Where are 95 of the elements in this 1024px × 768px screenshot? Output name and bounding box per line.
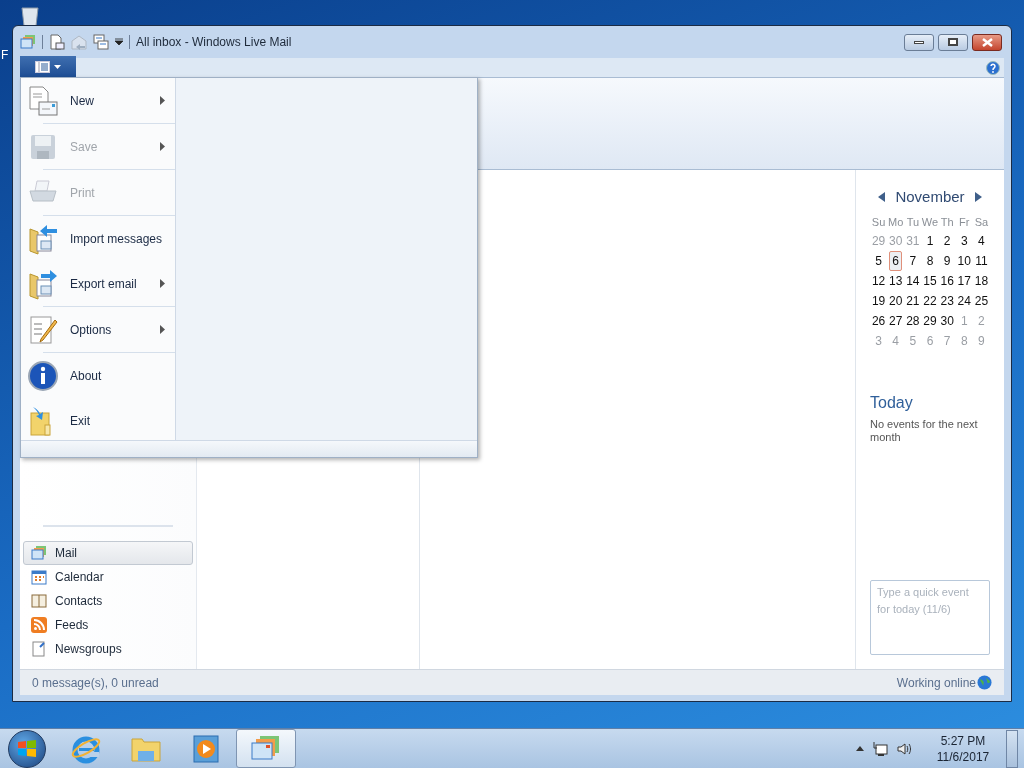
navigation-item[interactable]: Contacts xyxy=(23,589,193,613)
rss-icon xyxy=(31,617,47,633)
maximize-button[interactable] xyxy=(938,33,968,51)
folder-arrow-icon xyxy=(27,267,59,300)
calendar-day[interactable]: 1 xyxy=(923,230,937,251)
calendar-day[interactable]: 12 xyxy=(868,270,889,291)
checklist-pencil-icon xyxy=(27,313,59,346)
menu-item[interactable]: New xyxy=(27,78,175,123)
today-heading: Today xyxy=(870,392,914,413)
send-receive-icon[interactable] xyxy=(93,34,109,50)
mail-icon xyxy=(31,545,47,561)
calendar-day[interactable]: 4 xyxy=(975,230,988,251)
calendar-day[interactable]: 7 xyxy=(906,250,920,271)
play-icon xyxy=(190,732,222,765)
clock-time[interactable]: 5:27 PM xyxy=(940,732,986,749)
close-button[interactable] xyxy=(972,33,1002,51)
connection-status: Working online xyxy=(896,674,976,692)
calendar-day[interactable]: 11 xyxy=(972,250,991,271)
calendar-day[interactable]: 10 xyxy=(954,250,974,271)
calendar-day[interactable]: 25 xyxy=(971,290,992,311)
today-events-text: No events for the next month xyxy=(870,417,979,444)
calendar-day[interactable]: 5 xyxy=(872,250,885,271)
folder-arrow-icon xyxy=(27,222,59,255)
calendar-day[interactable]: 29 xyxy=(920,310,940,331)
address-book-icon xyxy=(31,593,47,609)
help-icon[interactable] xyxy=(986,60,1000,75)
calendar-day[interactable]: 20 xyxy=(886,290,906,311)
menu-item[interactable]: Exit xyxy=(27,398,175,443)
app-menu-button[interactable] xyxy=(20,56,76,77)
weekday-label: We xyxy=(921,214,939,229)
app-icon[interactable] xyxy=(20,34,36,50)
previous-month-icon[interactable] xyxy=(878,192,885,203)
info-icon xyxy=(27,359,59,392)
new-document-icon[interactable] xyxy=(49,34,65,50)
network-icon[interactable] xyxy=(872,740,888,757)
weekday-label: Tu xyxy=(905,214,921,229)
calendar-day[interactable]: 19 xyxy=(868,290,889,311)
menu-item[interactable]: Options xyxy=(27,307,175,352)
close-icon xyxy=(981,37,993,47)
submenu-arrow-icon xyxy=(160,142,165,151)
menu-icon xyxy=(35,60,50,73)
calendar-day[interactable]: 30 xyxy=(937,310,957,331)
calendar-day[interactable]: 27 xyxy=(886,310,906,331)
dropdown-caret-icon[interactable] xyxy=(115,38,123,46)
quick-event-field[interactable]: Type a quick event for today (11/6) xyxy=(870,580,990,655)
show-hidden-icons-icon[interactable] xyxy=(856,746,864,751)
taskbar-app-button[interactable] xyxy=(236,729,296,768)
calendar-day[interactable]: 2 xyxy=(940,230,954,251)
calendar-day[interactable]: 14 xyxy=(903,270,923,291)
menu-item[interactable]: About xyxy=(27,353,175,398)
navigation-item[interactable]: Mail xyxy=(23,541,193,565)
submenu-arrow-icon xyxy=(160,279,165,288)
window-title: All inbox - Windows Live Mail xyxy=(136,34,292,51)
weekday-label: Fr xyxy=(958,214,971,229)
globe-icon xyxy=(977,675,992,690)
submenu-arrow-icon xyxy=(160,325,165,334)
next-month-icon[interactable] xyxy=(975,192,982,203)
weekday-label: Sa xyxy=(973,214,990,229)
caret-icon xyxy=(54,64,61,69)
desktop-icon-label: F xyxy=(1,47,9,64)
calendar-day[interactable]: 23 xyxy=(937,290,957,311)
month-title: November xyxy=(895,187,965,207)
submenu-arrow-icon xyxy=(160,96,165,105)
calendar-day[interactable]: 17 xyxy=(954,270,974,291)
minimize-button[interactable] xyxy=(904,33,934,51)
weekday-label: Mo xyxy=(887,214,905,229)
calendar-day[interactable]: 18 xyxy=(971,270,992,291)
menu-item[interactable]: Import messages xyxy=(27,216,175,261)
document-envelope-icon xyxy=(27,84,59,117)
windows-logo-icon xyxy=(17,738,37,759)
calendar-day[interactable]: 24 xyxy=(954,290,974,311)
clock-date[interactable]: 11/6/2017 xyxy=(936,748,990,765)
calendar-day[interactable]: 21 xyxy=(903,290,923,311)
speaker-icon[interactable] xyxy=(896,740,912,757)
menu-item[interactable]: Export email xyxy=(27,261,175,306)
navigation-item[interactable]: Feeds xyxy=(23,613,193,637)
navigation-item[interactable]: Calendar xyxy=(23,565,193,589)
calendar-day[interactable]: 3 xyxy=(957,230,971,251)
weekday-label: Su xyxy=(870,214,887,229)
calendar-day[interactable]: 13 xyxy=(886,270,906,291)
calendar-day[interactable]: 28 xyxy=(903,310,923,331)
calendar-day[interactable]: 6 xyxy=(889,250,903,271)
calendar-day[interactable]: 8 xyxy=(923,250,937,271)
calendar-day[interactable]: 22 xyxy=(920,290,940,311)
show-desktop-button[interactable] xyxy=(1006,729,1018,768)
calendar-day[interactable]: 9 xyxy=(940,250,954,271)
weekday-label: Th xyxy=(939,214,955,229)
calendar-day[interactable]: 16 xyxy=(937,270,957,291)
navigation-item[interactable]: Newsgroups xyxy=(23,637,193,661)
calendar-icon xyxy=(31,569,47,585)
start-button[interactable] xyxy=(8,729,46,768)
status-text: 0 message(s), 0 unread xyxy=(32,674,159,692)
calendar-day[interactable]: 15 xyxy=(920,270,940,291)
document-pin-icon xyxy=(31,641,47,657)
calendar-day[interactable]: 26 xyxy=(868,310,889,331)
